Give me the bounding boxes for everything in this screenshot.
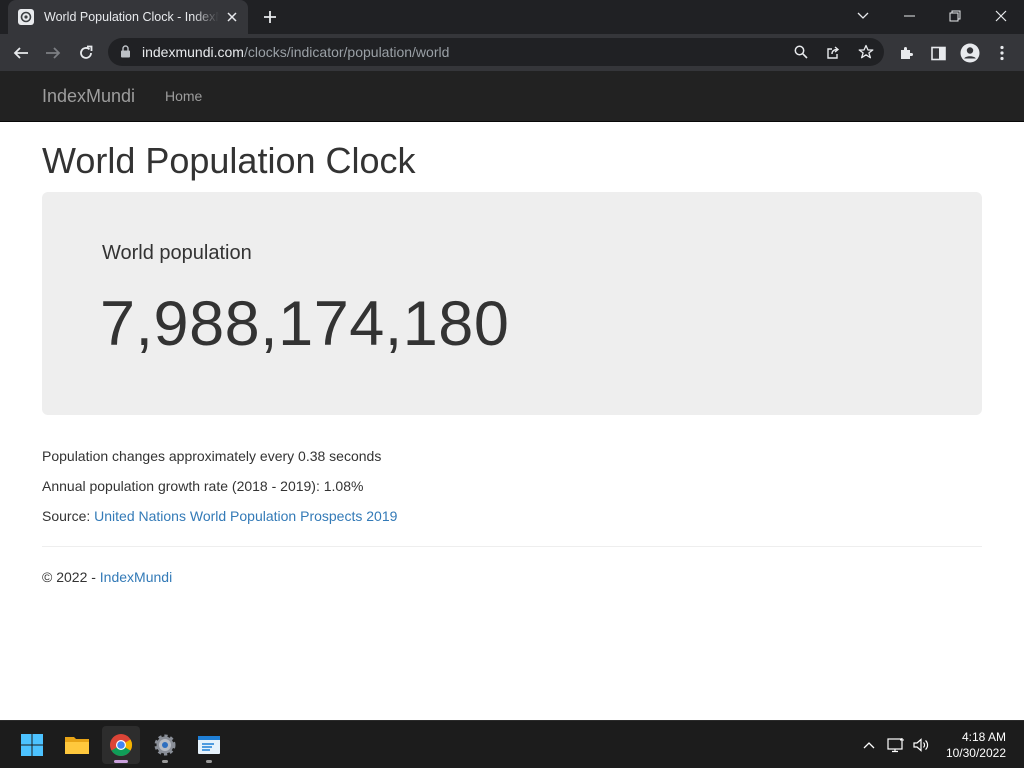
footer-indexmundi-link[interactable]: IndexMundi: [100, 569, 172, 585]
site-brand-link[interactable]: IndexMundi: [42, 86, 135, 107]
side-panel-icon[interactable]: [925, 40, 951, 66]
network-icon[interactable]: [886, 735, 906, 755]
tab-title: World Population Clock - IndexMundi: [44, 10, 219, 24]
url-host: indexmundi.com: [142, 44, 244, 60]
browser-tabstrip: World Population Clock - IndexMundi: [0, 0, 1024, 34]
browser-toolbar: indexmundi.com/clocks/indicator/populati…: [0, 34, 1024, 71]
footer: © 2022 - IndexMundi: [42, 569, 172, 585]
notepad-running-indicator: [206, 760, 212, 763]
windows-taskbar: 4:18 AM 10/30/2022: [0, 720, 1024, 768]
nav-home-link[interactable]: Home: [165, 88, 202, 104]
forward-arrow-icon[interactable]: [40, 40, 66, 66]
chrome-icon[interactable]: [102, 726, 140, 764]
extensions-icon[interactable]: [893, 40, 919, 66]
minimize-icon[interactable]: [886, 0, 932, 32]
url-path: /clocks/indicator/population/world: [243, 44, 450, 60]
address-bar[interactable]: indexmundi.com/clocks/indicator/populati…: [108, 38, 884, 66]
back-arrow-icon[interactable]: [8, 40, 34, 66]
site-favicon-icon: [18, 9, 34, 25]
profile-icon[interactable]: [957, 40, 983, 66]
search-icon[interactable]: [791, 42, 811, 62]
url-text[interactable]: indexmundi.com/clocks/indicator/populati…: [142, 44, 449, 60]
lock-icon[interactable]: [120, 45, 131, 63]
star-icon[interactable]: [856, 42, 876, 62]
tab-search-icon[interactable]: [840, 0, 886, 32]
page-title: World Population Clock: [42, 140, 416, 181]
source-link[interactable]: United Nations World Population Prospect…: [94, 508, 397, 524]
browser-tab[interactable]: World Population Clock - IndexMundi: [8, 0, 248, 34]
population-counter: 7,988,174,180: [100, 289, 510, 359]
growth-rate-text: Annual population growth rate (2018 - 20…: [42, 478, 364, 494]
site-navbar: IndexMundi Home: [0, 71, 1024, 122]
clock-date: 10/30/2022: [945, 746, 1006, 760]
source-line: Source: United Nations World Population …: [42, 508, 397, 524]
footer-divider: [42, 546, 982, 547]
share-icon[interactable]: [823, 42, 843, 62]
chrome-active-indicator: [114, 760, 128, 763]
windows-start-icon[interactable]: [13, 726, 51, 764]
notepad-icon[interactable]: [190, 726, 228, 764]
close-window-icon[interactable]: [978, 0, 1024, 32]
taskbar-clock[interactable]: 4:18 AM 10/30/2022: [946, 729, 1006, 761]
population-label: World population: [102, 242, 252, 264]
population-change-text: Population changes approximately every 0…: [42, 448, 382, 464]
file-explorer-icon[interactable]: [58, 726, 96, 764]
more-menu-icon[interactable]: [989, 40, 1015, 66]
reload-icon[interactable]: [73, 40, 99, 66]
new-tab-button[interactable]: [258, 6, 282, 28]
population-clock-panel: World population 7,988,174,180: [42, 192, 982, 415]
footer-copyright: © 2022 -: [42, 569, 96, 585]
tab-close-icon[interactable]: [224, 9, 240, 25]
settings-running-indicator: [162, 760, 168, 763]
volume-icon[interactable]: [911, 735, 931, 755]
clock-time: 4:18 AM: [961, 730, 1006, 744]
restore-icon[interactable]: [932, 0, 978, 32]
source-label: Source:: [42, 508, 91, 524]
settings-icon[interactable]: [146, 726, 184, 764]
show-hidden-icons-chevron-up-icon[interactable]: [859, 735, 879, 755]
